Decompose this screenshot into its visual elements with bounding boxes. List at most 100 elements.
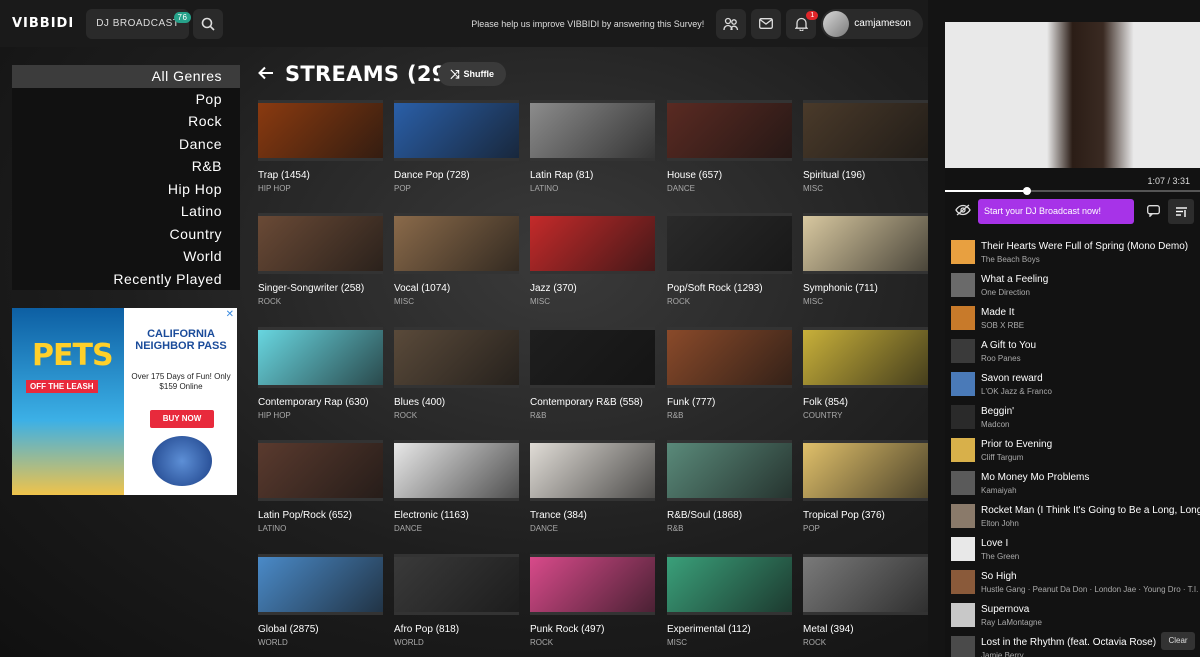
- vibbidi-logo[interactable]: VIBBIDI: [12, 16, 74, 31]
- genre-card[interactable]: Latin Rap (81) LATINO: [530, 100, 655, 205]
- genre-item[interactable]: All Genres: [12, 65, 240, 88]
- user-menu-button[interactable]: camjameson: [821, 8, 923, 39]
- genre-card[interactable]: House (657) DANCE: [667, 100, 792, 205]
- playlist-track[interactable]: Rocket Man (I Think It's Going to Be a L…: [945, 500, 1200, 533]
- genre-card-thumbnail: [394, 554, 519, 615]
- playlist-track[interactable]: What a Feeling One Direction: [945, 269, 1200, 302]
- ad-buy-now-button[interactable]: BUY NOW: [150, 410, 214, 428]
- track-thumbnail: [951, 405, 975, 429]
- ad-offer-text: Over 175 Days of Fun! Only $159 Online: [131, 372, 231, 391]
- genre-card[interactable]: Electronic (1163) DANCE: [394, 440, 519, 545]
- playlist-track[interactable]: Made It SOB X RBE: [945, 302, 1200, 335]
- eye-off-icon: [955, 204, 971, 216]
- clear-playlist-button[interactable]: Clear: [1161, 632, 1195, 650]
- progress-bar[interactable]: [945, 187, 1200, 195]
- hide-video-button[interactable]: [955, 204, 971, 219]
- genre-card-category: MISC: [803, 184, 823, 193]
- playlist-track[interactable]: A Gift to You Roo Panes: [945, 335, 1200, 368]
- genre-item[interactable]: Dance: [12, 133, 240, 156]
- dj-broadcast-button[interactable]: DJ BROADCAST 76: [86, 8, 192, 39]
- genre-card-title: Tropical Pop (376): [803, 510, 885, 521]
- genre-card[interactable]: R&B/Soul (1868) R&B: [667, 440, 792, 545]
- playback-time: 1:07 / 3:31: [1147, 176, 1190, 186]
- genre-card[interactable]: Trance (384) DANCE: [530, 440, 655, 545]
- genre-card[interactable]: Funk (777) R&B: [667, 327, 792, 432]
- genre-card-title: Vocal (1074): [394, 283, 451, 294]
- ad-close-icon[interactable]: ✕: [226, 309, 234, 320]
- genre-card[interactable]: Tropical Pop (376) POP: [803, 440, 928, 545]
- genre-card[interactable]: Punk Rock (497) ROCK: [530, 554, 655, 657]
- mail-button[interactable]: [751, 8, 782, 39]
- playlist-track[interactable]: Supernova Ray LaMontagne: [945, 599, 1200, 632]
- track-artist: Madcon: [981, 420, 1010, 429]
- mail-icon: [759, 18, 774, 29]
- shuffle-label: Shuffle: [463, 69, 495, 79]
- genre-card-thumbnail: [530, 100, 655, 161]
- playlist-track[interactable]: Savon reward L'OK Jazz & Franco: [945, 368, 1200, 401]
- genre-card-thumbnail: [394, 440, 519, 501]
- genre-card-title: Funk (777): [667, 397, 716, 408]
- progress-handle[interactable]: [1022, 187, 1031, 195]
- genre-item[interactable]: Recently Played: [12, 268, 240, 291]
- genre-item[interactable]: Country: [12, 223, 240, 246]
- search-button[interactable]: [193, 8, 224, 39]
- genre-card[interactable]: Metal (394) ROCK: [803, 554, 928, 657]
- shuffle-button[interactable]: ⤨ Shuffle: [438, 62, 506, 86]
- genre-card[interactable]: Jazz (370) MISC: [530, 213, 655, 318]
- video-player[interactable]: [945, 22, 1200, 168]
- genre-card[interactable]: Vocal (1074) MISC: [394, 213, 519, 318]
- track-artist: Hustle Gang · Peanut Da Don · London Jae…: [981, 585, 1199, 594]
- playlist-track[interactable]: Their Hearts Were Full of Spring (Mono D…: [945, 236, 1200, 269]
- track-title: So High: [981, 571, 1017, 582]
- genre-card[interactable]: Folk (854) COUNTRY: [803, 327, 928, 432]
- genre-card[interactable]: Spiritual (196) MISC: [803, 100, 928, 205]
- notifications-button[interactable]: 1: [786, 8, 819, 39]
- track-artist: Kamaiyah: [981, 486, 1017, 495]
- genre-card-category: MISC: [667, 638, 687, 647]
- genre-card-category: POP: [394, 184, 411, 193]
- genre-card[interactable]: Pop/Soft Rock (1293) ROCK: [667, 213, 792, 318]
- friends-button[interactable]: [716, 8, 747, 39]
- survey-link[interactable]: Please help us improve VIBBIDI by answer…: [471, 19, 704, 29]
- playlist-track[interactable]: Prior to Evening Cliff Targum: [945, 434, 1200, 467]
- genre-card-thumbnail: [394, 213, 519, 274]
- genre-card[interactable]: Afro Pop (818) WORLD: [394, 554, 519, 657]
- genre-card-category: DANCE: [394, 524, 423, 533]
- advertisement[interactable]: PETS OFF THE LEASH CALIFORNIA NEIGHBOR P…: [12, 308, 237, 495]
- genre-card-category: WORLD: [394, 638, 424, 647]
- genre-item[interactable]: Latino: [12, 200, 240, 223]
- genre-card[interactable]: Experimental (112) MISC: [667, 554, 792, 657]
- genre-card-category: ROCK: [803, 638, 827, 647]
- genre-card[interactable]: Global (2875) WORLD: [258, 554, 383, 657]
- genre-card[interactable]: Dance Pop (728) POP: [394, 100, 519, 205]
- playlist-track[interactable]: Beggin' Madcon: [945, 401, 1200, 434]
- start-dj-broadcast-button[interactable]: Start your DJ Broadcast now!: [978, 199, 1134, 224]
- back-button[interactable]: [258, 64, 274, 87]
- genre-card-title: House (657): [667, 170, 723, 181]
- queue-button[interactable]: [1168, 199, 1194, 224]
- playlist-track[interactable]: Mo Money Mo Problems Kamaiyah: [945, 467, 1200, 500]
- chat-button[interactable]: [1144, 202, 1162, 220]
- genre-card[interactable]: Symphonic (711) MISC: [803, 213, 928, 318]
- genre-card-category: MISC: [803, 297, 823, 306]
- genre-card[interactable]: Blues (400) ROCK: [394, 327, 519, 432]
- genre-item[interactable]: Rock: [12, 110, 240, 133]
- ad-headline: CALIFORNIA NEIGHBOR PASS: [135, 328, 227, 352]
- genre-card[interactable]: Singer-Songwriter (258) ROCK: [258, 213, 383, 318]
- genre-card-title: Global (2875): [258, 624, 319, 635]
- playlist-track[interactable]: So High Hustle Gang · Peanut Da Don · Lon…: [945, 566, 1200, 599]
- genre-card-category: R&B: [667, 411, 684, 420]
- genre-card[interactable]: Contemporary Rap (630) HIP HOP: [258, 327, 383, 432]
- genre-item[interactable]: Hip Hop: [12, 178, 240, 201]
- genre-item[interactable]: World: [12, 245, 240, 268]
- genre-card[interactable]: Trap (1454) HIP HOP: [258, 100, 383, 205]
- genre-item[interactable]: Pop: [12, 88, 240, 111]
- genre-card[interactable]: Contemporary R&B (558) R&B: [530, 327, 655, 432]
- genre-card[interactable]: Latin Pop/Rock (652) LATINO: [258, 440, 383, 545]
- ad-pets-title: PETS: [32, 338, 114, 373]
- track-thumbnail: [951, 339, 975, 363]
- genre-card-category: HIP HOP: [258, 411, 291, 420]
- playlist-track[interactable]: Love I The Green: [945, 533, 1200, 566]
- genre-card-title: Blues (400): [394, 397, 446, 408]
- genre-item[interactable]: R&B: [12, 155, 240, 178]
